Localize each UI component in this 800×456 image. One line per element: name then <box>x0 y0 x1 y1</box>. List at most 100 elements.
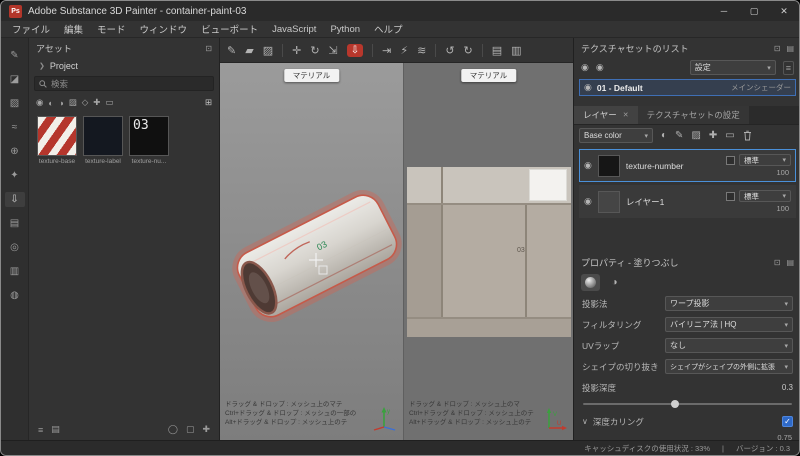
panel-menu-icon[interactable]: ▤ <box>786 258 794 267</box>
scale-tool-icon[interactable]: ⇲ <box>329 44 338 57</box>
uv-wrap-dropdown[interactable]: なし ▾ <box>665 338 793 353</box>
layer-row-texture-number[interactable]: ◉ texture-number 標準 ▾ 100 <box>579 149 796 182</box>
blend-mode-dropdown[interactable]: 標準 ▾ <box>739 154 791 166</box>
layer-mask-chip[interactable] <box>726 156 735 165</box>
material-chip-3d[interactable]: マテリアル <box>284 69 339 82</box>
trash-icon[interactable] <box>743 130 752 141</box>
polygon-fill-tool-icon[interactable]: ▨ <box>263 44 273 57</box>
add-layer-icon[interactable]: ✚ <box>709 130 717 141</box>
bake-icon[interactable]: ◎ <box>5 240 25 255</box>
menu-viewport[interactable]: ビューポート <box>194 22 265 36</box>
eye-icon[interactable]: ◉ <box>584 160 592 171</box>
add-plus-icon[interactable]: ✚ <box>202 424 210 435</box>
menu-mode[interactable]: モード <box>90 22 133 36</box>
add-folder-icon[interactable]: ▭ <box>725 130 734 141</box>
filter-more-icon[interactable]: ▭ <box>105 97 113 108</box>
material-mode-button[interactable] <box>581 274 600 291</box>
viewport-3d[interactable]: 03 マテリアル ドラッグ & ドロップ : メッシュ上のマテ Ctrl+ドラッ… <box>220 63 403 440</box>
paint-tool-icon[interactable]: ✎ <box>227 44 236 57</box>
asset-thumbnail-texture-number[interactable]: 03 <box>129 116 169 156</box>
particles-tool-icon[interactable]: ✦ <box>5 168 25 183</box>
right-panel-toggle-icon[interactable]: ▥ <box>511 44 521 57</box>
menu-file[interactable]: ファイル <box>5 22 57 36</box>
minimize-button[interactable]: ─ <box>709 1 739 21</box>
title-bar[interactable]: Ps Adobe Substance 3D Painter - containe… <box>1 1 799 21</box>
viewport-2d[interactable]: 03 マテリアル ドラッグ & ドロップ : メッシュ上のマ Ctrl+ドラッグ… <box>403 63 573 440</box>
asset-item[interactable]: texture-base <box>37 116 77 165</box>
layer-opacity[interactable]: 100 <box>776 168 791 177</box>
smudge-tool-icon[interactable]: ≈ <box>5 120 25 135</box>
layer-mask-chip[interactable] <box>726 192 735 201</box>
layer-row-layer1[interactable]: ◉ レイヤー1 標準 ▾ 100 <box>579 185 796 218</box>
redo-icon[interactable]: ↻ <box>464 44 473 57</box>
projection-depth-slider[interactable] <box>583 403 792 405</box>
filter-smart-masks-icon[interactable]: ▨ <box>69 97 77 108</box>
asset-thumbnail-texture-label[interactable] <box>83 116 123 156</box>
asset-item[interactable]: 03 texture-nu... <box>129 116 169 165</box>
add-fill-layer-icon[interactable]: ▨ <box>691 130 700 141</box>
panel-options-icon[interactable]: ≡ <box>783 61 794 75</box>
add-paint-layer-icon[interactable]: ✎ <box>675 130 683 141</box>
search-input[interactable]: 検索 <box>34 76 214 91</box>
close-icon[interactable]: ✕ <box>623 111 629 119</box>
eye-icon[interactable]: ◉ <box>584 196 592 207</box>
panel-float-icon[interactable]: ⊡ <box>205 44 212 53</box>
tab-layers[interactable]: レイヤー ✕ <box>574 106 638 124</box>
eraser-tool-icon[interactable]: ◪ <box>5 72 25 87</box>
material-chip-2d[interactable]: マテリアル <box>461 69 516 82</box>
slider-knob[interactable] <box>671 400 679 408</box>
settings-dropdown[interactable]: 設定 ▾ <box>690 60 776 75</box>
add-mask-icon[interactable]: ◐ <box>661 130 667 141</box>
navigation-gizmo-2d[interactable]: V U <box>544 406 568 432</box>
panel-float-icon[interactable]: ⊡ <box>774 44 781 53</box>
clone-tool-icon[interactable]: ⊕ <box>5 144 25 159</box>
left-panel-toggle-icon[interactable]: ▤ <box>492 44 502 57</box>
display-settings-icon[interactable]: ▥ <box>5 264 25 279</box>
rotate-tool-icon[interactable]: ↻ <box>310 44 319 57</box>
filter-textures-icon[interactable]: ◇ <box>82 97 89 108</box>
menu-window[interactable]: ウィンドウ <box>133 22 195 36</box>
tab-texture-set-settings[interactable]: テクスチャセットの設定 <box>638 106 749 124</box>
depth-culling-checkbox[interactable]: ✓ <box>782 416 793 427</box>
asset-thumbnail-texture-base[interactable] <box>37 116 77 156</box>
menu-javascript[interactable]: JavaScript <box>265 24 323 35</box>
list-view-icon[interactable]: ≡ <box>38 425 43 435</box>
filtering-dropdown[interactable]: バイリニア法 | HQ ▾ <box>665 317 793 332</box>
snap-icon[interactable]: ⇥ <box>382 44 391 57</box>
navigation-gizmo-3d[interactable]: y <box>372 404 398 432</box>
add-circle-icon[interactable]: ◯ <box>168 424 178 435</box>
assets-icon[interactable]: ▤ <box>5 216 25 231</box>
filter-materials-icon[interactable]: ◐ <box>48 98 53 108</box>
channel-filter-dropdown[interactable]: Base color ▾ <box>579 128 653 143</box>
active-projection-tool-icon[interactable]: ⇩ <box>347 44 363 57</box>
eye-icon[interactable]: ◉ <box>584 82 592 93</box>
fill-tool-icon[interactable]: ▨ <box>5 96 25 111</box>
panel-menu-icon[interactable]: ▤ <box>786 44 794 53</box>
menu-python[interactable]: Python <box>323 24 367 35</box>
filter-environments-icon[interactable]: ✚ <box>93 97 100 108</box>
menu-help[interactable]: ヘルプ <box>367 22 410 36</box>
filter-smart-materials-icon[interactable]: ◑ <box>59 98 64 108</box>
projection-dropdown[interactable]: ワープ投影 ▾ <box>665 296 793 311</box>
panel-float-icon[interactable]: ⊡ <box>774 258 781 267</box>
symmetry-icon[interactable]: ≋ <box>417 44 426 57</box>
camera-icon[interactable]: ◍ <box>5 288 25 303</box>
projection-tool-icon[interactable]: ▰ <box>245 44 253 57</box>
menu-edit[interactable]: 編集 <box>57 22 90 36</box>
layer-opacity[interactable]: 100 <box>776 204 791 213</box>
fast-mode-icon[interactable]: ⚡ <box>400 44 408 57</box>
brush-tool-icon[interactable]: ✎ <box>5 48 25 63</box>
projection-depth-value[interactable]: 0.3 <box>782 383 793 392</box>
filter-all-icon[interactable]: ◉ <box>36 97 43 108</box>
section-collapse-icon[interactable]: ∨ <box>582 417 588 426</box>
asset-item[interactable]: texture-label <box>83 116 123 165</box>
close-button[interactable]: ✕ <box>769 1 799 21</box>
texture-set-row[interactable]: ◉ 01 - Default メインシェーダー <box>579 79 796 96</box>
maximize-button[interactable]: ▢ <box>739 1 769 21</box>
move-tool-icon[interactable]: ✛ <box>292 44 301 57</box>
eye-icon[interactable]: ◉ <box>596 62 604 73</box>
blend-mode-dropdown[interactable]: 標準 ▾ <box>739 190 791 202</box>
channels-mode-button[interactable]: ◑ <box>605 274 624 291</box>
grid-view-icon[interactable]: ⊞ <box>205 97 212 108</box>
project-tree-item[interactable]: ❯ Project <box>29 58 219 74</box>
